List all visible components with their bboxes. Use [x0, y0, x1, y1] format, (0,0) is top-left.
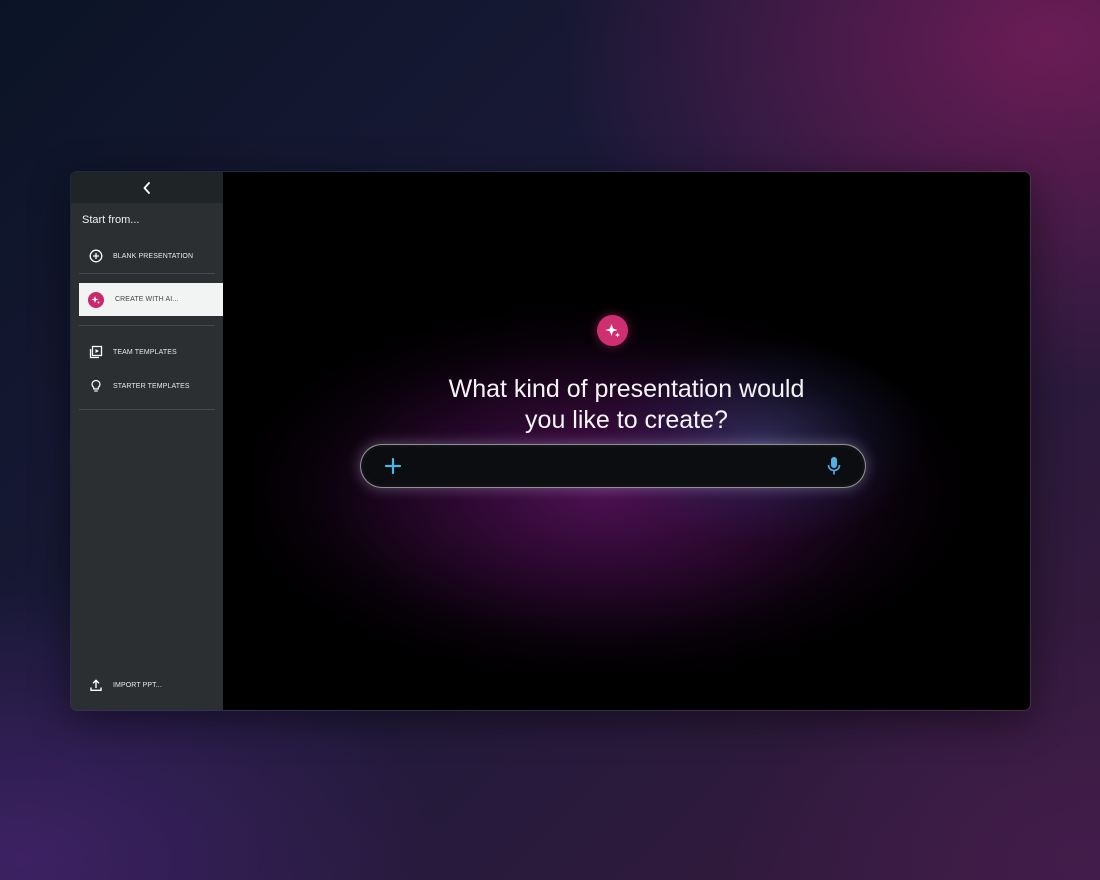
divider: [79, 409, 215, 410]
background-glow: [253, 312, 953, 672]
add-attachment-button[interactable]: [383, 456, 403, 476]
sidebar-item-label: IMPORT PPT...: [113, 681, 162, 689]
page-title: What kind of presentation would you like…: [223, 374, 1030, 436]
collapse-sidebar-button[interactable]: [71, 172, 223, 203]
sidebar-item-label: CREATE WITH AI...: [115, 296, 179, 303]
ai-prompt-panel: What kind of presentation would you like…: [223, 172, 1030, 710]
sidebar-item-starter-templates[interactable]: STARTER TEMPLATES: [71, 369, 223, 403]
plus-icon: [384, 457, 402, 475]
template-library-icon: [89, 345, 103, 359]
presentation-creator-window: Start from... BLANK PRESENTATION CREATE …: [70, 171, 1031, 711]
prompt-bar: [360, 444, 866, 488]
sidebar: Start from... BLANK PRESENTATION CREATE …: [71, 172, 223, 710]
sidebar-item-label: STARTER TEMPLATES: [113, 382, 190, 390]
upload-icon: [89, 678, 103, 692]
sparkle-icon: [597, 315, 628, 346]
prompt-input[interactable]: [419, 453, 807, 481]
sidebar-item-blank-presentation[interactable]: BLANK PRESENTATION: [71, 239, 223, 273]
start-from-heading: Start from...: [82, 214, 140, 226]
microphone-icon: [827, 457, 841, 475]
voice-input-button[interactable]: [825, 455, 843, 477]
sidebar-item-label: BLANK PRESENTATION: [113, 252, 194, 260]
sparkle-icon: [88, 291, 104, 308]
background-glow-blue: [603, 342, 923, 542]
sidebar-item-label: TEAM TEMPLATES: [113, 348, 177, 356]
divider: [79, 273, 215, 274]
lightbulb-icon: [89, 379, 103, 393]
sidebar-item-import-ppt[interactable]: IMPORT PPT...: [71, 668, 223, 702]
divider: [79, 325, 215, 326]
sidebar-item-team-templates[interactable]: TEAM TEMPLATES: [71, 335, 223, 369]
plus-circle-icon: [89, 249, 103, 263]
page-title-line-2: you like to create?: [525, 405, 728, 434]
page-title-line-1: What kind of presentation would: [448, 374, 805, 403]
sidebar-item-create-with-ai[interactable]: CREATE WITH AI...: [79, 283, 223, 316]
chevron-left-icon: [143, 181, 150, 194]
